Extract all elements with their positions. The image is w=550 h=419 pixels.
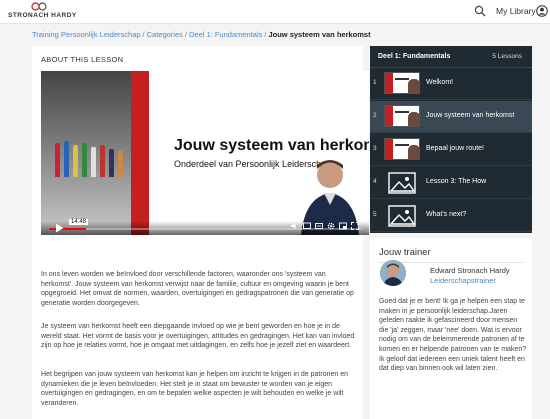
lesson-paragraph: Je systeem van herkomst heeft een diepga… xyxy=(41,323,355,350)
trainer-role[interactable]: Leiderschapstrainer xyxy=(430,276,496,285)
lesson-item[interactable]: 5 What's next? xyxy=(370,200,532,232)
logo-text: STRONACH HARDY xyxy=(8,12,77,19)
breadcrumb-separator: / xyxy=(142,30,145,39)
fullscreen-icon[interactable] xyxy=(351,222,359,230)
breadcrumb-separator: / xyxy=(184,30,187,39)
lesson-title: What's next? xyxy=(426,211,467,218)
lesson-title: Welkom! xyxy=(426,79,454,86)
lesson-content: ABOUT THIS LESSON Jouw systeem van herko… xyxy=(32,46,369,419)
cast-icon[interactable] xyxy=(303,222,311,230)
volume-icon[interactable] xyxy=(291,222,299,230)
lesson-number: 4 xyxy=(373,178,377,185)
lesson-number: 3 xyxy=(373,145,377,152)
lesson-count: 5 Lessons xyxy=(492,53,522,60)
settings-gear-icon[interactable] xyxy=(327,222,335,230)
breadcrumb: Training Persoonlijk Leiderschap / Categor… xyxy=(32,30,371,39)
video-timestamp: 14:48 xyxy=(69,219,89,225)
lesson-item[interactable]: 2 Jouw systeem van herkomst xyxy=(370,101,532,133)
lesson-number: 1 xyxy=(373,79,377,86)
video-red-stripe xyxy=(131,71,149,235)
logo-icon xyxy=(31,2,47,11)
lesson-title: Lesson 3: The How xyxy=(426,178,487,185)
lesson-thumbnail xyxy=(384,72,420,94)
trainer-card: Jouw trainer Edward Stronach Hardy Leide… xyxy=(370,238,532,419)
lesson-title: Jouw systeem van herkomst xyxy=(426,112,515,119)
section-label: ABOUT THIS LESSON xyxy=(41,55,124,64)
lesson-paragraph: In ons leven worden we beïnvloed door ve… xyxy=(41,271,354,307)
trainer-name: Edward Stronach Hardy xyxy=(430,266,510,275)
lesson-paragraph: Het begrijpen van jouw systeem van herko… xyxy=(41,371,349,407)
user-account-icon[interactable] xyxy=(536,5,548,17)
top-bar: STRONACH HARDY My Library xyxy=(0,0,550,24)
subtitles-icon[interactable] xyxy=(315,222,323,230)
lesson-number: 2 xyxy=(373,112,377,119)
lesson-item[interactable]: 4 Lesson 3: The How xyxy=(370,167,532,199)
image-placeholder-icon xyxy=(388,205,416,227)
trainer-heading: Jouw trainer xyxy=(379,247,431,258)
breadcrumb-current: Jouw systeem van herkomst xyxy=(268,30,371,39)
breadcrumb-section[interactable]: Deel 1: Fundamentals xyxy=(189,30,262,39)
video-player[interactable]: Jouw systeem van herkomst Onderdeel van … xyxy=(41,71,369,235)
search-icon[interactable] xyxy=(474,5,486,17)
lesson-item[interactable]: 1 Welkom! xyxy=(370,68,532,100)
trainer-avatar xyxy=(380,260,406,286)
lesson-number: 5 xyxy=(373,211,377,218)
lessons-panel-header: Deel 1: Fundamentals 5 Lessons xyxy=(370,46,532,68)
lessons-panel: Deel 1: Fundamentals 5 Lessons 1 Welkom! 2… xyxy=(370,46,532,233)
image-placeholder-icon xyxy=(388,172,416,194)
lesson-title: Bepaal jouw route! xyxy=(426,145,484,152)
lesson-thumbnail xyxy=(384,105,420,127)
brand-logo[interactable]: STRONACH HARDY xyxy=(8,2,76,22)
section-title: Deel 1: Fundamentals xyxy=(378,53,451,60)
lesson-item[interactable]: 3 Bepaal jouw route! xyxy=(370,134,532,166)
trainer-bio: Goed dat je er bent! Ik ga je helpen een… xyxy=(379,298,527,373)
video-scene-figures xyxy=(41,71,131,235)
my-library-link[interactable]: My Library xyxy=(496,6,536,16)
lesson-thumbnail xyxy=(384,138,420,160)
play-icon[interactable] xyxy=(55,223,64,233)
breadcrumb-categories[interactable]: Categories xyxy=(147,30,183,39)
breadcrumb-separator: / xyxy=(264,30,267,39)
breadcrumb-training[interactable]: Training Persoonlijk Leiderschap xyxy=(32,30,141,39)
miniplayer-icon[interactable] xyxy=(339,222,347,230)
